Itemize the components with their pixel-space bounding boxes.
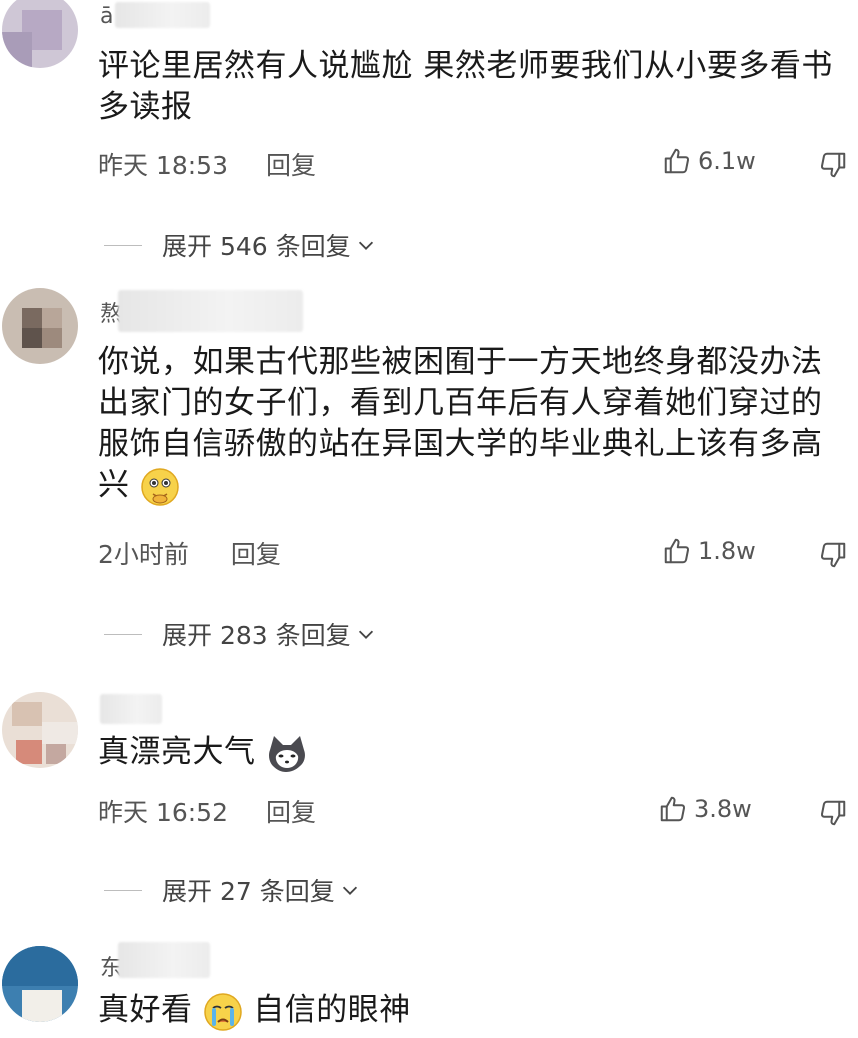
- comment-meta: 2小时前 回复: [98, 535, 281, 571]
- comment-item: ā 评论里居然有人说尴尬 果然老师要我们从小要多看书多读报 昨天 18:53 回…: [0, 0, 858, 270]
- chevron-down-icon: [358, 241, 373, 250]
- like-count: 3.8w: [694, 795, 752, 823]
- avatar[interactable]: [2, 0, 78, 68]
- divider: [104, 889, 142, 891]
- like-button[interactable]: 3.8w: [658, 794, 752, 824]
- thumbs-up-icon: [660, 796, 686, 822]
- comment-item: 真漂亮大气 昨天 16:52 回复 3.8w 展开 27 条回复: [0, 688, 858, 928]
- username-blur: [118, 942, 210, 978]
- comment-text: 评论里居然有人说尴尬 果然老师要我们从小要多看书多读报: [98, 48, 833, 125]
- username-blur: [118, 290, 303, 332]
- reply-button[interactable]: 回复: [266, 146, 316, 182]
- username-blur: [115, 2, 210, 28]
- comment-item: 熬 你说，如果古代那些被困囿于一方天地终身都没办法出家门的女子们，看到几百年后有…: [0, 282, 858, 662]
- comment-text: 真漂亮大气: [98, 732, 848, 774]
- like-count: 6.1w: [698, 147, 756, 175]
- like-button[interactable]: 1.8w: [662, 536, 756, 566]
- avatar[interactable]: [2, 288, 78, 364]
- username[interactable]: ā: [100, 0, 113, 32]
- chevron-down-icon: [358, 630, 373, 639]
- avatar[interactable]: [2, 692, 78, 768]
- chevron-down-icon: [342, 886, 357, 895]
- divider: [104, 244, 142, 246]
- thinking-emoji-icon: [141, 467, 179, 506]
- comment-meta: 昨天 16:52 回复: [98, 793, 316, 829]
- comment-meta: 昨天 18:53 回复: [98, 146, 316, 182]
- like-count: 1.8w: [698, 537, 756, 565]
- thumbs-down-icon[interactable]: [818, 798, 848, 828]
- husky-emoji-icon: [268, 735, 305, 772]
- reply-button[interactable]: 回复: [231, 535, 281, 571]
- expand-replies[interactable]: 展开 27 条回复: [104, 872, 361, 908]
- like-button[interactable]: 6.1w: [662, 146, 756, 176]
- comment-text: 真好看 自信的眼神: [98, 990, 848, 1032]
- timestamp: 2小时前: [98, 540, 189, 569]
- thumbs-up-icon: [664, 538, 690, 564]
- reply-button[interactable]: 回复: [266, 793, 316, 829]
- crying-emoji-icon: [204, 992, 242, 1031]
- thumbs-down-icon[interactable]: [818, 540, 848, 570]
- comment-item: 东 真好看 自信的眼神: [0, 940, 858, 1038]
- username-blur: [100, 694, 162, 724]
- timestamp: 昨天 16:52: [98, 798, 228, 827]
- timestamp: 昨天 18:53: [98, 151, 228, 180]
- thumbs-up-icon: [664, 148, 690, 174]
- divider: [104, 633, 142, 635]
- thumbs-down-icon[interactable]: [818, 150, 848, 180]
- expand-replies[interactable]: 展开 546 条回复: [104, 227, 377, 263]
- expand-replies[interactable]: 展开 283 条回复: [104, 616, 377, 652]
- comment-text: 你说，如果古代那些被困囿于一方天地终身都没办法出家门的女子们，看到几百年后有人穿…: [98, 342, 848, 507]
- avatar[interactable]: [2, 946, 78, 1022]
